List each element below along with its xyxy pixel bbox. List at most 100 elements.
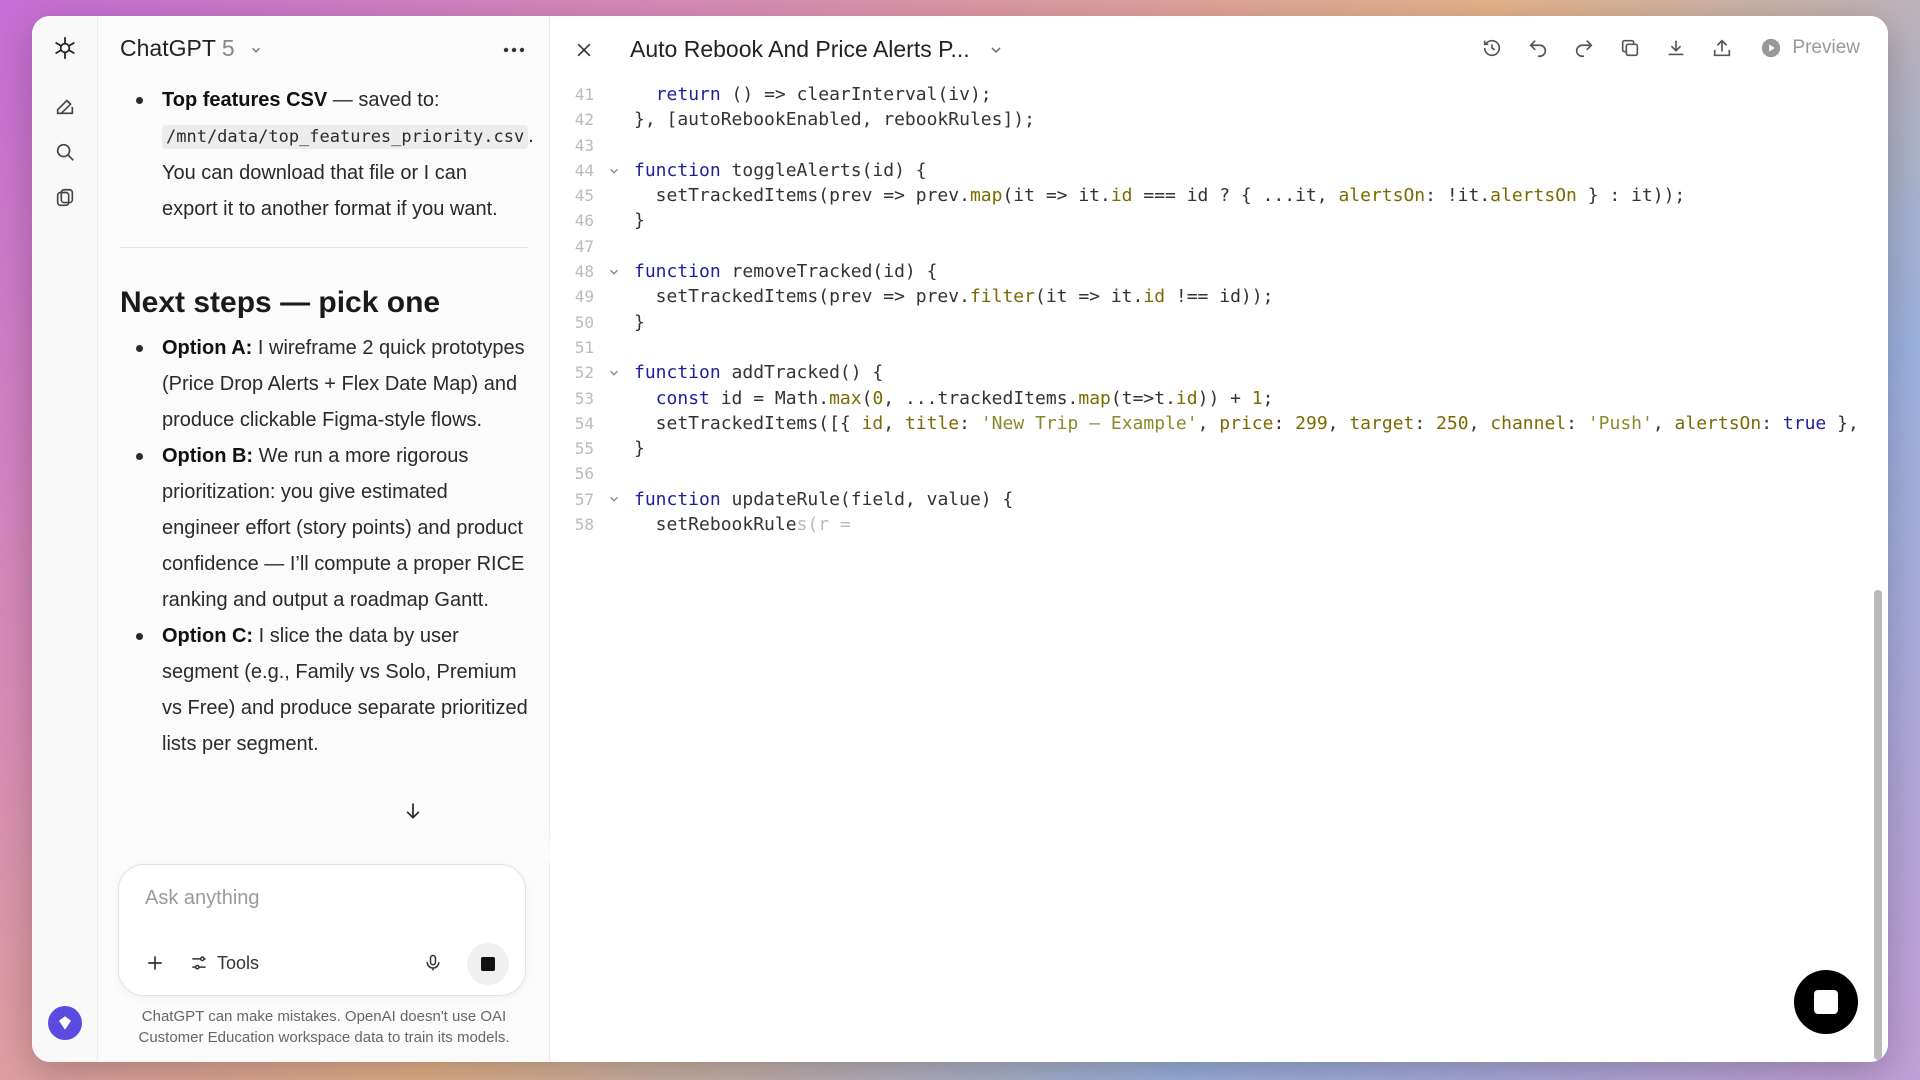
list-item-option-a: Option A: I wireframe 2 quick prototypes… [120,330,528,438]
fold-gutter [594,436,634,461]
divider [120,247,528,248]
download-icon[interactable] [1662,34,1690,62]
fold-gutter [594,183,634,208]
close-icon [577,43,591,57]
code-text: setRebookRules(r = [634,514,851,536]
code-line[interactable]: 55} [550,436,1864,461]
history-icon[interactable] [1478,34,1506,62]
redo-icon[interactable] [1570,34,1598,62]
line-number: 43 [574,135,594,155]
microphone-button[interactable] [419,949,447,977]
options-list: Option A: I wireframe 2 quick prototypes… [120,330,528,762]
inline-code-path[interactable]: /mnt/data/top_features_priority.csv [162,125,529,149]
line-number: 49 [574,287,594,307]
document-title: Auto Rebook And Price Alerts P... [630,36,970,62]
scroll-to-bottom-button[interactable] [398,796,428,826]
close-canvas-button[interactable] [570,36,598,64]
editor-scrollbar[interactable] [1874,590,1882,1060]
fold-chevron-icon[interactable] [594,259,634,284]
fold-chevron-icon[interactable] [594,158,634,183]
code-line[interactable]: 44 function toggleAlerts(id) { [550,158,1864,183]
code-line[interactable]: 50} [550,310,1864,335]
tools-label: Tools [217,952,260,973]
search-icon[interactable] [47,134,83,170]
tools-button[interactable]: Tools [189,949,259,977]
bullet-text: — saved to: [327,89,440,111]
list-item: Top features CSV — saved to: /mnt/data/t… [120,82,534,227]
code-line[interactable]: 48 function removeTracked(id) { [550,259,1864,284]
code-line[interactable]: 57 function updateRule(field, value) { [550,487,1864,512]
code-text: setTrackedItems(prev => prev.map(it => i… [634,185,1686,207]
list-item-option-b: Option B: We run a more rigorous priorit… [120,438,528,618]
preview-button[interactable]: Preview [1760,37,1860,59]
editor-toolbar: Preview [1478,34,1860,62]
line-number: 56 [574,464,594,484]
code-text: } [634,438,645,460]
code-line[interactable]: 43 [550,133,1864,158]
arrow-down-icon [406,803,420,819]
chat-panel: ChatGPT 5 Top features CSV — saved to: /m… [98,16,550,1062]
code-line[interactable]: 41 return () => clearInterval(iv); [550,82,1864,107]
composer: Tools [118,864,526,996]
more-icon [503,47,525,53]
line-number: 50 [574,312,594,332]
library-icon[interactable] [47,180,83,216]
scroll-fade [98,822,550,862]
code-line[interactable]: 42 }, [autoRebookEnabled, rebookRules]); [550,107,1864,132]
line-number: 46 [574,211,594,231]
prompt-input[interactable] [145,887,495,910]
openai-logo-icon[interactable] [47,30,83,66]
code-editor[interactable]: 41 return () => clearInterval(iv); 42 }, [… [550,82,1864,537]
share-icon[interactable] [1708,34,1736,62]
code-line[interactable]: 54 setTrackedItems([{ id, title: 'New Tr… [550,411,1864,436]
upgrade-icon[interactable] [48,1006,82,1040]
code-line[interactable]: 53 const id = Math.max(0, ...trackedItem… [550,386,1864,411]
fold-chevron-icon[interactable] [594,360,634,385]
fold-gutter [594,310,634,335]
code-text: setTrackedItems([{ id, title: 'New Trip … [634,412,1859,434]
fold-gutter [594,284,634,309]
preview-label: Preview [1792,37,1860,58]
code-line[interactable]: 51 [550,335,1864,360]
line-number: 42 [574,110,594,130]
stop-generating-button[interactable] [467,943,509,985]
line-number: 57 [574,489,594,509]
document-title-selector[interactable]: Auto Rebook And Price Alerts P... [630,36,1004,63]
chat-messages: Top features CSV — saved to: /mnt/data/t… [98,82,550,862]
line-number: 53 [574,388,594,408]
line-number: 47 [574,236,594,256]
code-text: }, [autoRebookEnabled, rebookRules]); [634,109,1035,131]
new-chat-icon[interactable] [47,88,83,124]
fold-gutter [594,82,634,107]
code-text: function addTracked() { [634,362,884,384]
fold-gutter [594,107,634,132]
code-line[interactable]: 49 setTrackedItems(prev => prev.filter(i… [550,284,1864,309]
code-line[interactable]: 45 setTrackedItems(prev => prev.map(it =… [550,183,1864,208]
bullet-list: Top features CSV — saved to: /mnt/data/t… [120,82,534,227]
undo-icon[interactable] [1524,34,1552,62]
fold-chevron-icon[interactable] [594,487,634,512]
line-number: 54 [574,413,594,433]
copy-icon[interactable] [1616,34,1644,62]
line-number: 48 [574,262,594,282]
line-number: 45 [574,186,594,206]
code-text: return () => clearInterval(iv); [655,84,992,105]
chevron-down-icon [988,42,1004,58]
fold-gutter [594,133,634,158]
code-line[interactable]: 52 function addTracked() { [550,360,1864,385]
stop-button[interactable] [1794,970,1858,1034]
disclaimer-text: ChatGPT can make mistakes. OpenAI doesn'… [138,1008,510,1046]
more-options-button[interactable] [499,38,529,62]
code-line[interactable]: 47 [550,234,1864,259]
add-attachment-button[interactable] [141,949,169,977]
code-line[interactable]: 58 setRebookRules(r = [550,512,1864,537]
code-line[interactable]: 46} [550,208,1864,233]
code-text: function removeTracked(id) { [634,261,938,283]
model-selector[interactable]: ChatGPT 5 [120,35,263,63]
fold-gutter [594,208,634,233]
line-number: 44 [574,160,594,180]
code-line[interactable]: 56 [550,461,1864,486]
play-circle-icon [1762,38,1781,58]
code-text: } [634,311,645,333]
